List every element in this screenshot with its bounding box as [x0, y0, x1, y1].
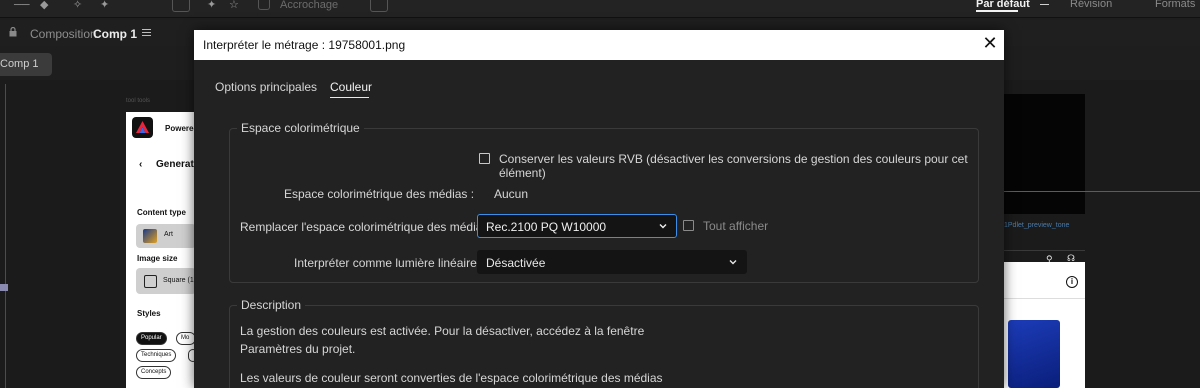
- preview-content-type-label: Content type: [137, 208, 186, 217]
- linear-light-label: Interpréter comme lumière linéaire :: [294, 256, 484, 270]
- workspace-formats[interactable]: Formats: [1155, 0, 1195, 10]
- lock-icon[interactable]: [9, 27, 17, 37]
- preview-top-labels: tool tools: [126, 98, 151, 104]
- show-all-label[interactable]: Tout afficher: [703, 219, 768, 233]
- style-chip-popular: Popular: [136, 332, 167, 345]
- colorspace-group-title: Espace colorimétrique: [237, 121, 364, 135]
- override-colorspace-label: Remplacer l'espace colorimétrique des mé…: [240, 220, 496, 234]
- workspace-menu-icon[interactable]: [1040, 4, 1049, 5]
- preserve-rgb-label[interactable]: Conserver les valeurs RVB (désactiver le…: [499, 152, 1004, 180]
- chevron-down-icon: [729, 260, 737, 265]
- timeline-ruler: [5, 84, 6, 388]
- media-colorspace-value: Aucun: [494, 187, 529, 201]
- top-toolbar: ── ◆ ✧ ✦ ✦ ☆ Accrochage Par défaut Révis…: [0, 0, 1200, 18]
- description-line: Paramètres du projet.: [240, 342, 356, 356]
- linear-light-dropdown[interactable]: Désactivée: [477, 250, 747, 274]
- app-logo-icon: [132, 117, 153, 138]
- roto-brush-icon[interactable]: ✦: [100, 0, 109, 14]
- chevron-down-icon: [659, 224, 667, 229]
- panel-title-prefix: Composition: [30, 27, 97, 41]
- override-colorspace-value: Rec.2100 PQ W10000: [486, 220, 607, 234]
- description-line: La gestion des couleurs est activée. Pou…: [240, 324, 645, 338]
- preview-separator: [1004, 298, 1085, 299]
- style-chip-concepts: Concepts: [136, 366, 172, 379]
- description-group-title: Description: [237, 298, 306, 312]
- show-all-checkbox[interactable]: [683, 220, 694, 231]
- viewer-tab-comp[interactable]: Comp 1: [0, 53, 52, 76]
- preview-art-label: Art: [164, 231, 173, 238]
- preview-divider: [1004, 250, 1085, 251]
- tab-color[interactable]: Couleur: [330, 80, 372, 94]
- preview-heading: Generat: [156, 159, 194, 170]
- preview-blue-card: [1008, 320, 1060, 388]
- square-icon: [144, 275, 157, 288]
- active-tab-underline: [330, 97, 369, 98]
- close-icon[interactable]: ✕: [981, 34, 999, 53]
- dialog-title-bar: Interpréter le métrage : 19758001.png ✕: [194, 30, 1004, 60]
- back-chevron-icon: ‹: [139, 159, 143, 170]
- workspace-default[interactable]: Par défaut: [976, 0, 1030, 10]
- puppet-pin-icon[interactable]: ✧: [73, 0, 82, 14]
- toolbar-lines-icon[interactable]: ──: [14, 0, 30, 14]
- media-colorspace-label: Espace colorimétrique des médias :: [284, 187, 475, 201]
- preview-square-label: Square (1: [163, 277, 194, 284]
- info-icon: i: [1066, 276, 1078, 288]
- interpret-footage-dialog: Interpréter le métrage : 19758001.png ✕ …: [194, 30, 1004, 388]
- eraser-icon[interactable]: ◆: [40, 0, 48, 14]
- preserve-rgb-checkbox[interactable]: [479, 153, 490, 164]
- preview-webpage-left: [126, 112, 196, 388]
- style-chip-mo: Mo: [176, 332, 196, 345]
- linear-light-value: Désactivée: [486, 256, 546, 270]
- preview-image-size-label: Image size: [137, 254, 178, 263]
- panel-title-comp-name: Comp 1: [93, 27, 138, 41]
- axis-tool-icon[interactable]: ✦: [207, 0, 216, 14]
- panel-menu-icon[interactable]: [142, 29, 151, 38]
- style-chip-techniques: Techniques: [136, 349, 177, 362]
- ruler-marker[interactable]: [0, 284, 8, 291]
- snapping-options-icon[interactable]: [370, 0, 388, 12]
- align-tool-icon[interactable]: [172, 0, 190, 12]
- guide-line: [1004, 191, 1200, 192]
- description-line: Les valeurs de couleur seront converties…: [240, 371, 663, 385]
- preview-styles-label: Styles: [137, 309, 161, 318]
- dialog-title: Interpréter le métrage : 19758001.png: [203, 38, 406, 52]
- star-tool-icon[interactable]: ☆: [229, 0, 239, 14]
- snapping-label: Accrochage: [280, 0, 339, 11]
- preview-filename: 1Pdlet_preview_tone: [1004, 222, 1070, 229]
- art-thumbnail-icon: [143, 229, 157, 243]
- workspace-review[interactable]: Révision: [1070, 0, 1112, 10]
- tab-main-options[interactable]: Options principales: [215, 80, 317, 94]
- preview-dark-area: [1004, 94, 1085, 214]
- snapping-checkbox[interactable]: [258, 0, 270, 10]
- override-colorspace-dropdown[interactable]: Rec.2100 PQ W10000: [477, 214, 677, 238]
- workspace-active-underline: [976, 10, 1018, 12]
